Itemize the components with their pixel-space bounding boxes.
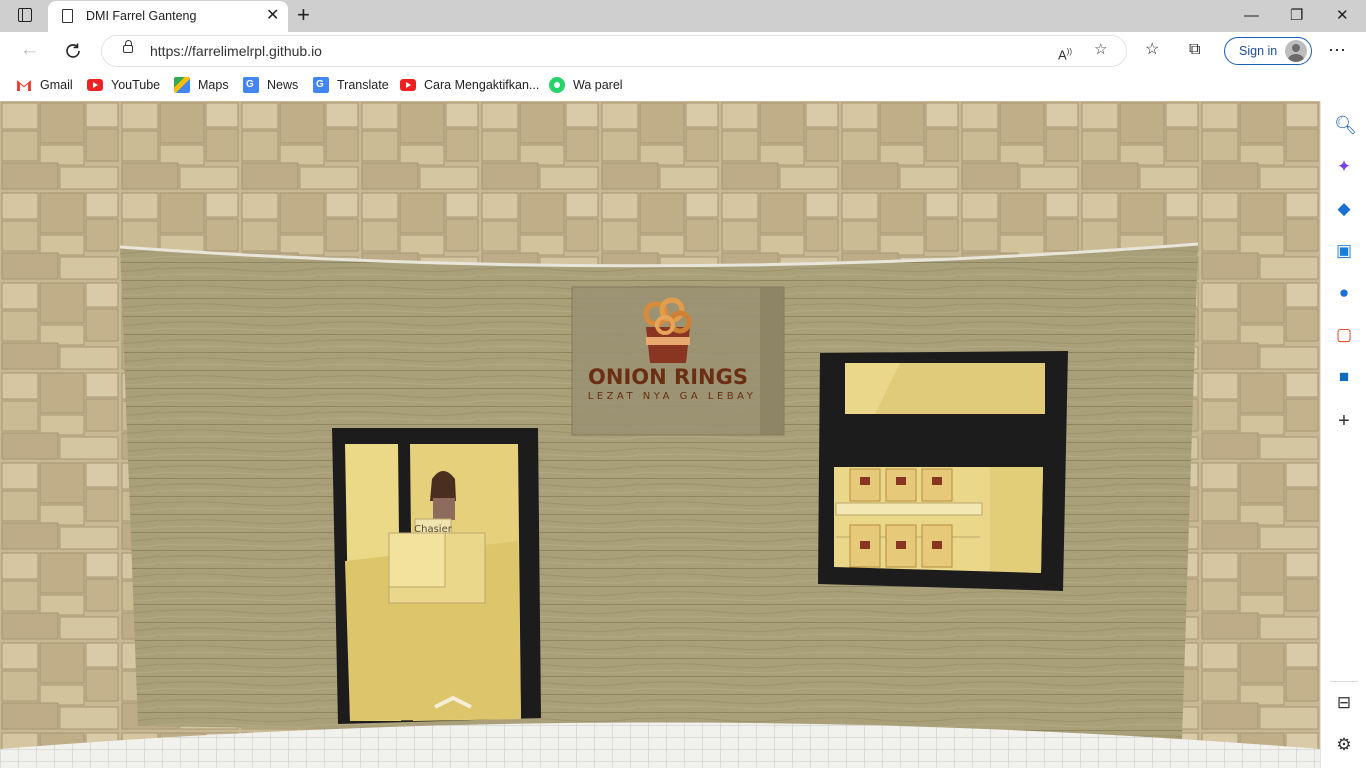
bookmark-label: Cara Mengaktifkan... <box>424 78 540 92</box>
bookmark-label: Wa parel <box>573 78 623 92</box>
favorites-icon[interactable]: ☆ <box>1145 40 1159 60</box>
add-icon[interactable]: + <box>1334 411 1354 431</box>
news-icon <box>243 77 259 93</box>
bookmark-label: News <box>267 78 299 92</box>
bookmark-label: Gmail <box>40 78 73 92</box>
search-icon[interactable]: 🔍︎ <box>1334 115 1357 135</box>
shop-window <box>818 351 1068 591</box>
sign-title: ONION RINGS <box>588 365 748 389</box>
bookmark-youtube[interactable]: YouTube <box>87 76 160 94</box>
address-bar[interactable]: https://farrelimelrpl.github.io A)) ☆ <box>102 36 1126 66</box>
sign-in-label: Sign in <box>1239 44 1278 58</box>
avatar <box>1285 40 1307 62</box>
sidebar-divider <box>1330 681 1358 682</box>
bookmark-maps[interactable]: Maps <box>174 76 229 94</box>
outlook-icon[interactable]: ■ <box>1334 367 1354 387</box>
bookmarks-bar: Gmail YouTube Maps News Translate Cara M… <box>0 70 1366 100</box>
bookmark-news[interactable]: News <box>243 76 298 94</box>
copilot-icon[interactable]: ✦ <box>1334 157 1354 177</box>
lock-icon[interactable] <box>123 40 133 53</box>
bookmark-translate[interactable]: Translate <box>313 76 389 94</box>
bookmark-gmail[interactable]: Gmail <box>16 76 73 94</box>
bookmark-label: Translate <box>337 78 389 92</box>
bookmark-label: Maps <box>198 78 229 92</box>
edge-sidebar: 🔍︎ ✦ ◆ ▣ ● ▢ ■ + ⊟ ⚙ <box>1320 101 1366 768</box>
whatsapp-icon <box>549 77 565 93</box>
tab-title: DMI Farrel Ganteng <box>86 9 197 23</box>
minimize-button[interactable]: — <box>1244 6 1259 26</box>
office-icon[interactable]: ▢ <box>1334 325 1354 345</box>
gmail-icon <box>17 80 31 91</box>
tools-icon[interactable]: ▣ <box>1334 241 1354 261</box>
shop-door[interactable]: Chasier <box>332 428 541 724</box>
collections-icon[interactable]: ⧉ <box>1189 40 1200 60</box>
read-aloud-icon[interactable]: A)) <box>1058 42 1072 65</box>
bookmark-wa-parel[interactable]: Wa parel <box>549 76 623 94</box>
new-tab-button[interactable]: + <box>297 2 310 28</box>
scene-canvas[interactable]: ONION RINGS LEZAT NYA GA LEBAY Chasier <box>0 101 1320 768</box>
url-text[interactable]: https://farrelimelrpl.github.io <box>150 43 322 59</box>
settings-icon[interactable]: ⚙ <box>1334 735 1354 755</box>
add-favorite-icon[interactable]: ☆ <box>1094 40 1107 60</box>
browser-toolbar: ← https://farrelimelrpl.github.io A)) ☆ … <box>0 32 1366 70</box>
refresh-icon[interactable] <box>64 42 82 60</box>
shopping-icon[interactable]: ◆ <box>1334 199 1354 219</box>
page-icon <box>62 9 73 23</box>
active-tab[interactable]: DMI Farrel Ganteng ✕ <box>48 1 288 32</box>
bookmark-cara-mengaktifkan[interactable]: Cara Mengaktifkan... <box>400 76 539 94</box>
cashier-label: Chasier <box>414 524 453 535</box>
translate-icon <box>313 77 329 93</box>
bookmark-label: YouTube <box>111 78 161 92</box>
games-icon[interactable]: ● <box>1334 283 1354 303</box>
youtube-icon <box>400 79 416 91</box>
split-screen-icon[interactable]: ⊟ <box>1334 693 1354 713</box>
back-icon[interactable]: ← <box>20 39 39 61</box>
close-window-button[interactable]: ✕ <box>1336 6 1349 26</box>
more-menu-icon[interactable]: ⋯ <box>1328 40 1347 60</box>
sign-tagline: LEZAT NYA GA LEBAY <box>588 391 757 402</box>
scene-viewport[interactable]: ONION RINGS LEZAT NYA GA LEBAY Chasier <box>0 101 1320 768</box>
restore-button[interactable]: ❐ <box>1290 6 1303 26</box>
sign-in-button[interactable]: Sign in <box>1224 37 1312 65</box>
tab-actions-icon[interactable] <box>18 8 32 22</box>
youtube-icon <box>87 79 103 91</box>
maps-icon <box>174 77 190 93</box>
title-bar: DMI Farrel Ganteng ✕ + — ❐ ✕ <box>0 0 1366 32</box>
tab-close-icon[interactable]: ✕ <box>266 6 279 26</box>
